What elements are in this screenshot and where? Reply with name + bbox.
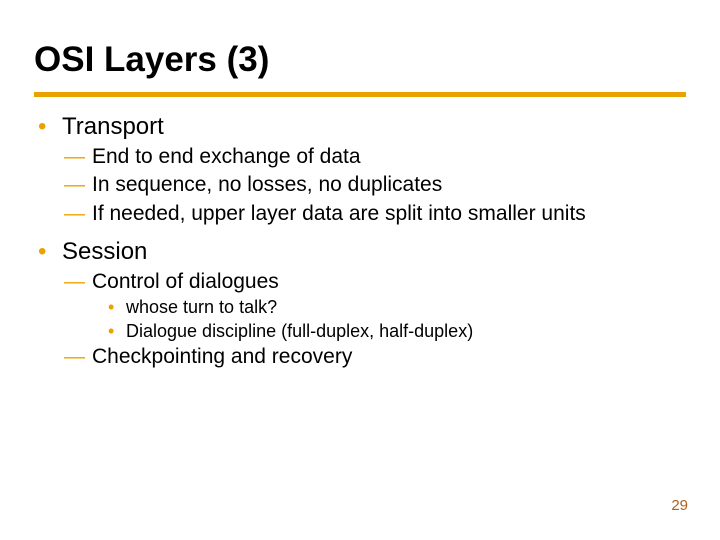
subbullet-in-sequence: In sequence, no losses, no duplicates	[34, 172, 686, 198]
slide-body: Transport End to end exchange of data In…	[34, 108, 686, 370]
subbullet-control-dialogues: Control of dialogues	[34, 269, 686, 295]
subbullet-checkpointing: Checkpointing and recovery	[34, 344, 686, 370]
spacer	[34, 227, 686, 233]
slide-title: OSI Layers (3)	[34, 40, 269, 80]
bullet-session: Session	[34, 237, 686, 267]
subbullet-split-units: If needed, upper layer data are split in…	[34, 201, 686, 227]
title-underline	[34, 92, 686, 97]
subsubbullet-dialogue-discipline: Dialogue discipline (full-duplex, half-d…	[34, 320, 686, 343]
subbullet-end-to-end: End to end exchange of data	[34, 144, 686, 170]
page-number: 29	[671, 497, 688, 514]
slide: OSI Layers (3) Transport End to end exch…	[0, 0, 720, 540]
subsubbullet-whose-turn: whose turn to talk?	[34, 296, 686, 319]
bullet-transport: Transport	[34, 112, 686, 142]
